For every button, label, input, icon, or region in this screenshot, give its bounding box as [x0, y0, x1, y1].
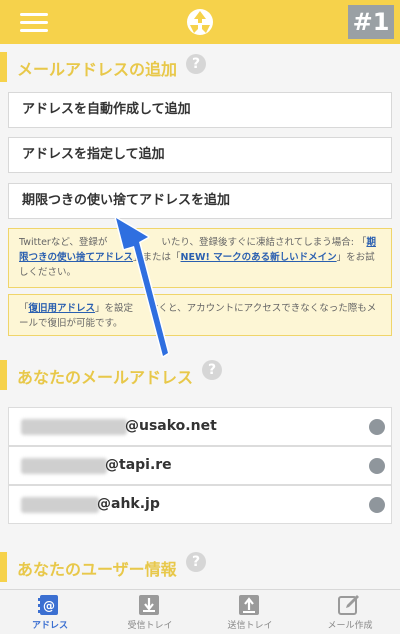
tab-address[interactable]: @ アドレス — [0, 590, 100, 634]
redacted-username — [21, 458, 107, 474]
address-status-dot[interactable] — [369, 458, 385, 474]
address-row[interactable]: @ahk.jp — [8, 485, 392, 524]
address-domain: @ahk.jp — [97, 496, 160, 512]
address-domain: @tapi.re — [105, 457, 172, 473]
recovery-address-link[interactable]: 復旧用アドレス — [29, 303, 96, 314]
tab-label: 送信トレイ — [227, 621, 273, 631]
compose-pencil-icon — [338, 595, 359, 615]
notice-text: Twitterなど、登録が — [19, 237, 108, 248]
tab-inbox[interactable]: 受信トレイ — [100, 590, 200, 634]
svg-text:@: @ — [43, 599, 55, 613]
your-addresses-title: あなたのメールアドレス — [17, 368, 194, 387]
help-icon[interactable]: ? — [202, 360, 222, 380]
add-address-section-header: メールアドレスの追加 ? — [0, 48, 400, 88]
address-status-dot[interactable] — [369, 419, 385, 435]
your-addresses-section-header: あなたのメールアドレス ? — [0, 356, 400, 396]
help-icon[interactable]: ? — [186, 54, 206, 74]
notice-text: 「 — [19, 303, 29, 314]
tab-outbox[interactable]: 送信トレイ — [200, 590, 300, 634]
notice-text: 」を設定 — [95, 303, 134, 314]
section-accent-bar — [0, 360, 7, 390]
specify-address-button[interactable]: アドレスを指定して追加 — [8, 137, 392, 173]
disposable-address-button[interactable]: 期限つきの使い捨てアドレスを追加 — [8, 183, 392, 219]
app-logo — [187, 9, 213, 35]
address-row[interactable]: @tapi.re — [8, 446, 392, 485]
step-number-badge: #1 — [348, 5, 394, 39]
section-accent-bar — [0, 552, 7, 582]
help-icon[interactable]: ? — [186, 552, 206, 572]
address-domain: @usako.net — [125, 418, 217, 434]
redacted-username — [21, 419, 127, 435]
user-info-section-header: あなたのユーザー情報 ? — [0, 548, 400, 588]
app-header: #1 — [0, 0, 400, 44]
bottom-tab-bar: @ アドレス 受信トレイ 送信トレイ メール作成 — [0, 589, 400, 634]
inbox-download-icon — [139, 595, 159, 615]
new-domain-link[interactable]: NEW! マークのある新しいドメイン — [181, 252, 337, 263]
address-status-dot[interactable] — [369, 497, 385, 513]
tab-label: アドレス — [31, 621, 68, 631]
redacted-username — [21, 497, 99, 513]
hamburger-menu-icon[interactable] — [20, 13, 48, 33]
auto-create-address-button[interactable]: アドレスを自動作成して追加 — [8, 92, 392, 128]
notice-text: 」または「 — [133, 252, 181, 263]
address-row[interactable]: @usako.net — [8, 407, 392, 446]
user-info-title: あなたのユーザー情報 — [17, 560, 177, 579]
tab-label: 受信トレイ — [127, 621, 173, 631]
tab-compose[interactable]: メール作成 — [300, 590, 400, 634]
tab-label: メール作成 — [327, 621, 373, 631]
add-address-title: メールアドレスの追加 — [17, 60, 178, 79]
section-accent-bar — [0, 52, 7, 82]
address-book-icon: @ — [38, 595, 58, 615]
notice-text: いたり、登録後すぐに凍結されてしまう場合: 「 — [161, 237, 367, 248]
recovery-address-notice: 「復旧用アドレス」を設定 おくと、アカウントにアクセスできなくなった際もメールで復… — [8, 294, 392, 336]
outbox-upload-icon — [239, 595, 259, 615]
registration-tip-notice: Twitterなど、登録が いたり、登録後すぐに凍結されてしまう場合: 「期限つき… — [8, 228, 392, 288]
